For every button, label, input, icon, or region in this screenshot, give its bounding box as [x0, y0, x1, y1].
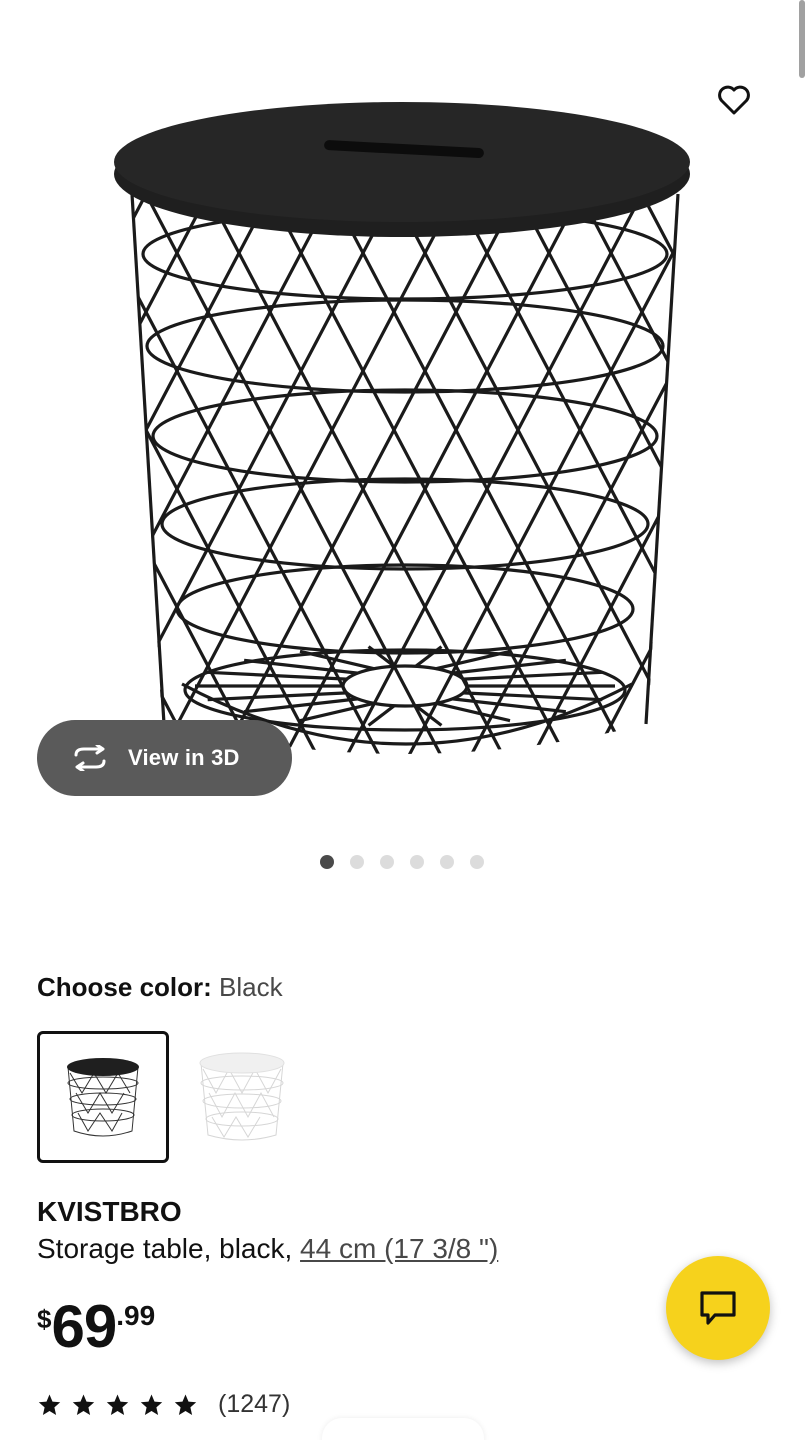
star-icon [106, 1394, 129, 1415]
bottom-floating-bar [322, 1418, 484, 1440]
color-swatch-white[interactable] [176, 1031, 308, 1163]
star-icon [38, 1394, 61, 1415]
rating-stars [37, 1393, 198, 1417]
color-chooser-label: Choose color: Black [37, 972, 283, 1003]
product-name: KVISTBRO [37, 1196, 182, 1227]
gallery-dot-4[interactable] [410, 855, 424, 869]
gallery-dot-3[interactable] [380, 855, 394, 869]
product-desc-text: Storage table, black, [37, 1233, 301, 1264]
chat-button[interactable] [666, 1256, 770, 1360]
product-size-link[interactable]: 44 cm (17 3/8 ") [300, 1233, 498, 1264]
star-icon [72, 1394, 95, 1415]
chat-icon [700, 1291, 736, 1325]
product-gallery[interactable]: View in 3D [0, 0, 809, 820]
gallery-dot-1[interactable] [320, 855, 334, 869]
view-in-3d-button[interactable]: View in 3D [37, 720, 292, 796]
color-label-value: Black [219, 972, 283, 1002]
favorite-button[interactable] [712, 78, 756, 122]
product-description: Storage table, black, 44 cm (17 3/8 ") [37, 1233, 498, 1265]
gallery-dot-6[interactable] [470, 855, 484, 869]
gallery-pagination [320, 855, 484, 869]
product-page: View in 3D Choose color: Black KVISTBRO … [0, 0, 809, 1440]
price-currency: $ [37, 1304, 52, 1334]
heart-icon [718, 85, 750, 115]
gallery-dot-2[interactable] [350, 855, 364, 869]
view-in-3d-label: View in 3D [128, 745, 240, 770]
price-integer: 69 [51, 1293, 117, 1360]
product-image[interactable] [112, 84, 698, 774]
swatch-white-image [199, 1052, 285, 1141]
product-rating[interactable]: (1247) [37, 1390, 290, 1419]
color-swatch-black[interactable] [37, 1031, 169, 1163]
swatch-black-image [67, 1058, 139, 1137]
gallery-dot-5[interactable] [440, 855, 454, 869]
rotate-3d-icon [74, 745, 106, 771]
color-label-key: Choose color: [37, 972, 212, 1002]
rating-count: (1247) [218, 1390, 291, 1418]
star-icon [140, 1394, 163, 1415]
price-decimal: .99 [116, 1300, 156, 1331]
star-icon [174, 1394, 197, 1415]
product-price: $ 69 .99 [37, 1296, 155, 1358]
